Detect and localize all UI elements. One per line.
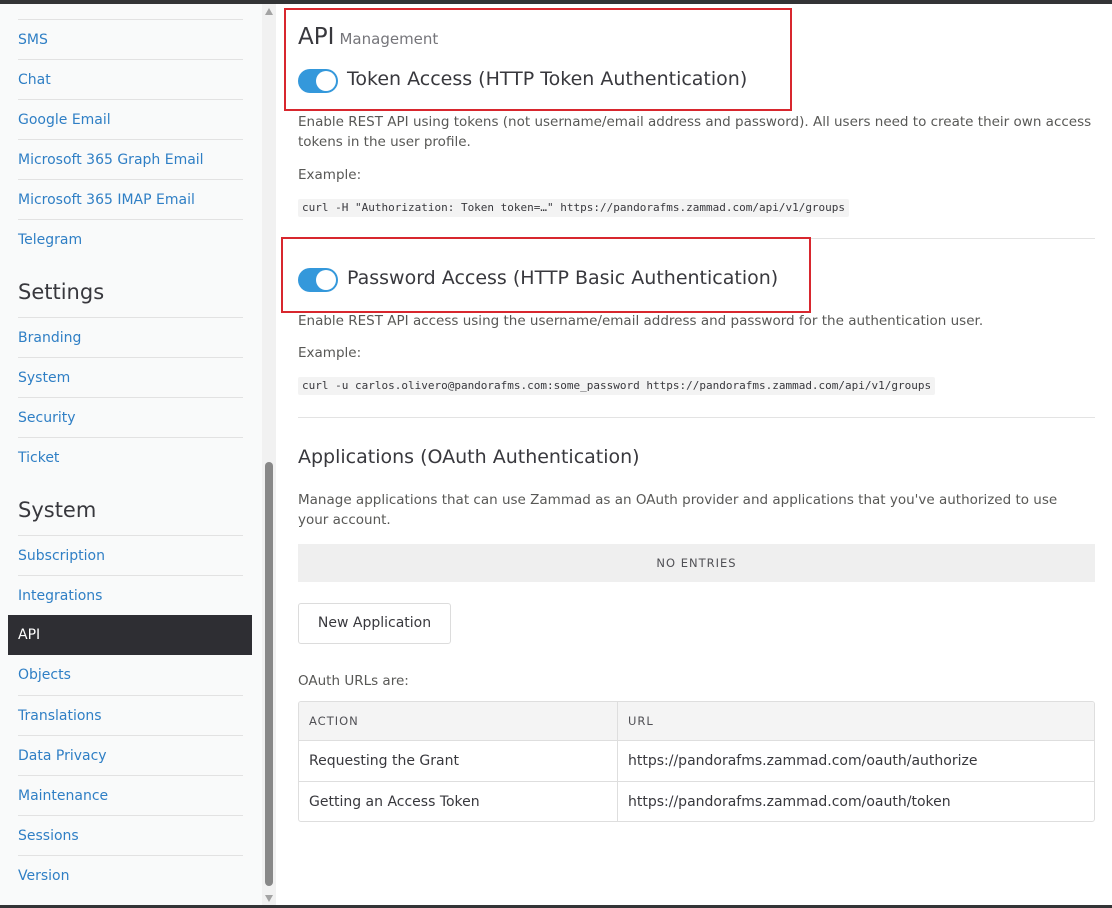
sidebar: SMS Chat Google Email Microsoft 365 Grap… xyxy=(0,4,262,905)
token-access-description: Enable REST API using tokens (not userna… xyxy=(298,114,1092,150)
new-application-button[interactable]: New Application xyxy=(298,603,451,644)
sidebar-item-sms[interactable]: SMS xyxy=(18,19,243,59)
sidebar-item-microsoft-365-graph-email[interactable]: Microsoft 365 Graph Email xyxy=(18,139,243,179)
scroll-up-arrow-icon[interactable] xyxy=(265,8,273,15)
sidebar-item-label: Branding xyxy=(18,330,82,346)
sidebar-item-translations[interactable]: Translations xyxy=(18,695,243,735)
applications-title: Applications (OAuth Authentication) xyxy=(298,446,640,468)
sidebar-item-sessions[interactable]: Sessions xyxy=(18,815,243,855)
sidebar-item-label: Security xyxy=(18,410,76,426)
sidebar-item-label: Telegram xyxy=(18,232,83,248)
sidebar-item-ticket[interactable]: Ticket xyxy=(18,437,243,477)
sidebar-item-integrations[interactable]: Integrations xyxy=(18,575,243,615)
password-access-highlight-box xyxy=(281,237,811,313)
sidebar-item-telegram[interactable]: Telegram xyxy=(18,219,243,259)
sidebar-item-security[interactable]: Security xyxy=(18,397,243,437)
table-header-url: URL xyxy=(628,714,654,728)
password-access-example-code: curl -u carlos.olivero@pandorafms.com:so… xyxy=(298,377,936,395)
table-cell-url: https://pandorafms.zammad.com/oauth/auth… xyxy=(628,753,978,769)
sidebar-item-label: Integrations xyxy=(18,588,103,604)
scroll-down-arrow-icon[interactable] xyxy=(265,895,273,902)
sidebar-item-label: Chat xyxy=(18,72,51,88)
sidebar-item-chat[interactable]: Chat xyxy=(18,59,243,99)
settings-section-header: Settings xyxy=(18,280,105,304)
sidebar-item-label: Ticket xyxy=(18,450,60,466)
scrollbar-thumb[interactable] xyxy=(265,462,273,886)
system-section-header: System xyxy=(18,498,97,522)
sidebar-item-label: System xyxy=(18,370,71,386)
sidebar-item-label: Translations xyxy=(18,708,102,724)
sidebar-item-objects[interactable]: Objects xyxy=(18,655,243,695)
sidebar-item-api[interactable]: API xyxy=(8,615,252,655)
sidebar-item-label: Subscription xyxy=(18,548,105,564)
sidebar-item-subscription[interactable]: Subscription xyxy=(18,535,243,575)
table-row: Getting an Access Token https://pandoraf… xyxy=(299,781,1094,821)
token-access-example-code: curl -H "Authorization: Token token=…" h… xyxy=(298,199,850,217)
sidebar-item-label: Maintenance xyxy=(18,788,109,804)
sidebar-item-label: Sessions xyxy=(18,828,79,844)
table-column-divider xyxy=(617,702,618,821)
table-header-action: ACTION xyxy=(309,714,359,728)
table-row: Requesting the Grant https://pandorafms.… xyxy=(299,740,1094,781)
sidebar-item-system[interactable]: System xyxy=(18,357,243,397)
sidebar-item-label: API xyxy=(18,627,41,643)
sidebar-item-label: Microsoft 365 IMAP Email xyxy=(18,192,195,208)
oauth-urls-label: OAuth URLs are: xyxy=(298,673,409,689)
sidebar-item-label: Version xyxy=(18,868,70,884)
no-entries-placeholder: NO ENTRIES xyxy=(298,544,1095,582)
table-cell-url: https://pandorafms.zammad.com/oauth/toke… xyxy=(628,794,951,810)
password-access-description: Enable REST API access using the usernam… xyxy=(298,313,984,329)
sidebar-item-label: Data Privacy xyxy=(18,748,107,764)
sidebar-item-label: SMS xyxy=(18,32,48,48)
sidebar-item-label: Objects xyxy=(18,667,71,683)
sidebar-item-label: Microsoft 365 Graph Email xyxy=(18,152,204,168)
table-cell-action: Requesting the Grant xyxy=(309,753,459,769)
sidebar-item-google-email[interactable]: Google Email xyxy=(18,99,243,139)
oauth-urls-table: ACTION URL Requesting the Grant https://… xyxy=(298,701,1095,822)
password-access-example-label: Example: xyxy=(298,345,362,361)
applications-description: Manage applications that can use Zammad … xyxy=(298,492,1058,528)
sidebar-item-maintenance[interactable]: Maintenance xyxy=(18,775,243,815)
sidebar-item-branding[interactable]: Branding xyxy=(18,317,243,357)
sidebar-item-version[interactable]: Version xyxy=(18,855,243,895)
table-header-row: ACTION URL xyxy=(299,702,1094,740)
token-access-highlight-box xyxy=(284,8,792,111)
table-cell-action: Getting an Access Token xyxy=(309,794,480,810)
sidebar-item-label: Google Email xyxy=(18,112,111,128)
main-content: API Management Token Access (HTTP Token … xyxy=(276,4,1112,905)
token-access-example-label: Example: xyxy=(298,167,362,183)
sidebar-item-data-privacy[interactable]: Data Privacy xyxy=(18,735,243,775)
section-divider xyxy=(298,417,1095,418)
sidebar-item-microsoft-365-imap-email[interactable]: Microsoft 365 IMAP Email xyxy=(18,179,243,219)
